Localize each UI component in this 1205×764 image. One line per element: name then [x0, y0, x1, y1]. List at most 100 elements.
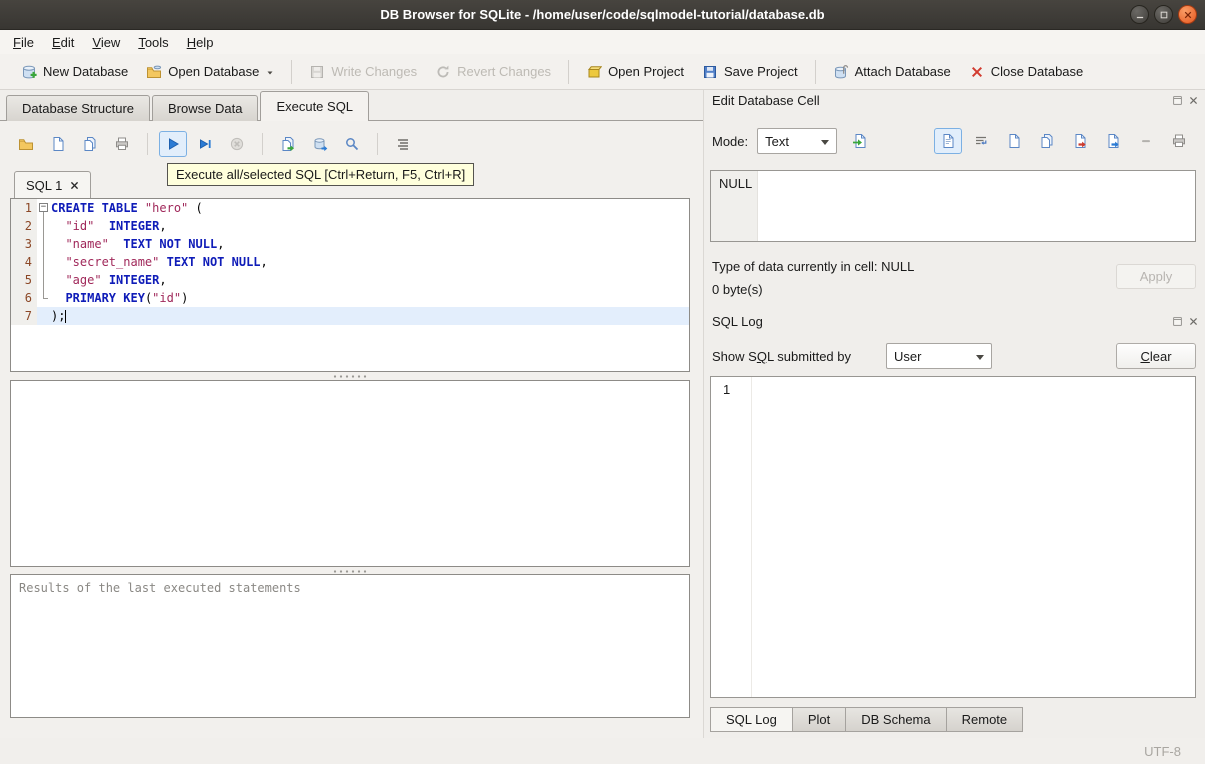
fold-marker-icon[interactable]: −: [37, 199, 51, 217]
editor-line: 5 "age" INTEGER,: [11, 271, 689, 289]
open-sql-file-button[interactable]: [12, 131, 40, 157]
mode-select[interactable]: Text: [757, 128, 838, 154]
revert-changes-button[interactable]: Revert Changes: [430, 60, 556, 84]
log-panel-controls: [1172, 316, 1199, 327]
find-replace-button[interactable]: [338, 131, 366, 157]
open-project-button[interactable]: Open Project: [581, 60, 689, 84]
dock-tab-remote[interactable]: Remote: [946, 707, 1024, 732]
word-wrap-icon: [973, 133, 989, 149]
execute-line-button[interactable]: [191, 131, 219, 157]
copy-button[interactable]: [1033, 128, 1061, 154]
write-changes-button[interactable]: Write Changes: [304, 60, 422, 84]
sql-editor[interactable]: 1− CREATE TABLE "hero" (2 "id" INTEGER, 3 …: [10, 198, 690, 372]
apply-button[interactable]: Apply: [1116, 264, 1196, 289]
minimize-button[interactable]: [1130, 5, 1149, 24]
editor-line: 6 PRIMARY KEY("id"): [11, 289, 689, 307]
float-panel-icon[interactable]: [1172, 316, 1183, 327]
chevron-down-icon[interactable]: [266, 69, 274, 80]
window-controls: [1130, 5, 1197, 24]
log-gutter: [711, 377, 752, 697]
menu-tools[interactable]: Tools: [129, 32, 177, 53]
save-results-button[interactable]: [306, 131, 334, 157]
splitter-grip: [332, 569, 368, 573]
close-window-button[interactable]: [1178, 5, 1197, 24]
fold-margin: [37, 235, 51, 253]
save-sql-as-icon: [82, 136, 98, 152]
tab-database-structure[interactable]: Database Structure: [6, 95, 151, 121]
print-button[interactable]: [1165, 128, 1193, 154]
log-panel-title: SQL Log: [712, 314, 763, 329]
fold-margin: [37, 253, 51, 271]
execute-line-icon: [197, 136, 213, 152]
code-text: "secret_name" TEXT NOT NULL,: [65, 255, 268, 269]
save-sql-as-button[interactable]: [76, 131, 104, 157]
main-tab-bar: Database Structure Browse Data Execute SQL: [0, 90, 703, 121]
line-number: 4: [11, 253, 37, 271]
splitter-handle[interactable]: [10, 373, 690, 379]
export-red-button[interactable]: [1066, 128, 1094, 154]
sql-editor-tab[interactable]: SQL 1: [14, 171, 92, 198]
tab-execute-sql[interactable]: Execute SQL: [260, 91, 370, 121]
word-wrap-button[interactable]: [967, 128, 995, 154]
maximize-button[interactable]: [1154, 5, 1173, 24]
window-title: DB Browser for SQLite - /home/user/code/…: [380, 7, 825, 22]
open-database-label: Open Database: [168, 64, 260, 79]
execute-tooltip: Execute all/selected SQL [Ctrl+Return, F…: [167, 163, 475, 186]
new-database-button[interactable]: New Database: [16, 60, 133, 84]
main-toolbar: New Database Open Database Write Changes Re…: [0, 54, 1205, 90]
menu-view[interactable]: View: [83, 32, 129, 53]
dock-tab-bar: SQL Log Plot DB Schema Remote: [710, 707, 1024, 732]
close-panel-icon[interactable]: [1188, 316, 1199, 327]
toolbar-separator: [262, 133, 263, 155]
stop-icon: [229, 136, 245, 152]
clear-log-button[interactable]: Clear: [1116, 343, 1196, 369]
toolbar-group: New Database Open Database: [4, 60, 291, 84]
execute-all-icon: [165, 136, 181, 152]
line-number: 6: [11, 289, 37, 307]
dock-tab-sql-log[interactable]: SQL Log: [710, 707, 793, 732]
export-red-icon: [1072, 133, 1088, 149]
results-placeholder: Results of the last executed statements: [19, 581, 301, 595]
execute-all-button[interactable]: [159, 131, 187, 157]
close-database-icon: [969, 64, 985, 80]
tab-browse-data[interactable]: Browse Data: [152, 95, 259, 121]
export-results-button[interactable]: [274, 131, 302, 157]
revert-changes-icon: [435, 64, 451, 80]
save-project-button[interactable]: Save Project: [697, 60, 803, 84]
attach-database-button[interactable]: Attach Database: [828, 60, 956, 84]
export-blue-button[interactable]: [1099, 128, 1127, 154]
format-sql-button[interactable]: [389, 131, 417, 157]
panel-splitter[interactable]: [703, 90, 704, 738]
close-panel-icon[interactable]: [1188, 95, 1199, 106]
code-text: );: [51, 307, 689, 325]
copy-icon: [1039, 133, 1055, 149]
menu-edit[interactable]: Edit: [43, 32, 83, 53]
export-results-icon: [280, 136, 296, 152]
cell-editor[interactable]: NULL: [710, 170, 1196, 242]
set-null-button[interactable]: [1132, 128, 1160, 154]
stop-button[interactable]: [223, 131, 251, 157]
status-bar: UTF-8: [0, 738, 1205, 764]
log-filter-select[interactable]: User: [886, 343, 992, 369]
print-button[interactable]: [108, 131, 136, 157]
open-database-button[interactable]: Open Database: [141, 60, 279, 84]
close-tab-icon[interactable]: [70, 181, 79, 190]
import-text-button[interactable]: [846, 128, 874, 154]
save-sql-file-button[interactable]: [44, 131, 72, 157]
dock-tab-db-schema[interactable]: DB Schema: [846, 707, 947, 732]
dock-tab-plot[interactable]: Plot: [792, 707, 847, 732]
float-panel-icon[interactable]: [1172, 95, 1183, 106]
menu-file[interactable]: File: [4, 32, 43, 53]
open-file-button[interactable]: [1000, 128, 1028, 154]
title-bar: DB Browser for SQLite - /home/user/code/…: [0, 0, 1205, 30]
close-database-button[interactable]: Close Database: [964, 60, 1089, 84]
document-view-button[interactable]: [934, 128, 962, 154]
sql-log-list[interactable]: 1: [710, 376, 1196, 698]
code-text: CREATE TABLE "hero" (: [51, 201, 203, 215]
code-text: "age" INTEGER,: [65, 273, 167, 287]
write-changes-icon: [309, 64, 325, 80]
toolbar-separator: [377, 133, 378, 155]
cell-size-info: 0 byte(s): [712, 282, 763, 297]
save-project-icon: [702, 64, 718, 80]
menu-help[interactable]: Help: [178, 32, 223, 53]
